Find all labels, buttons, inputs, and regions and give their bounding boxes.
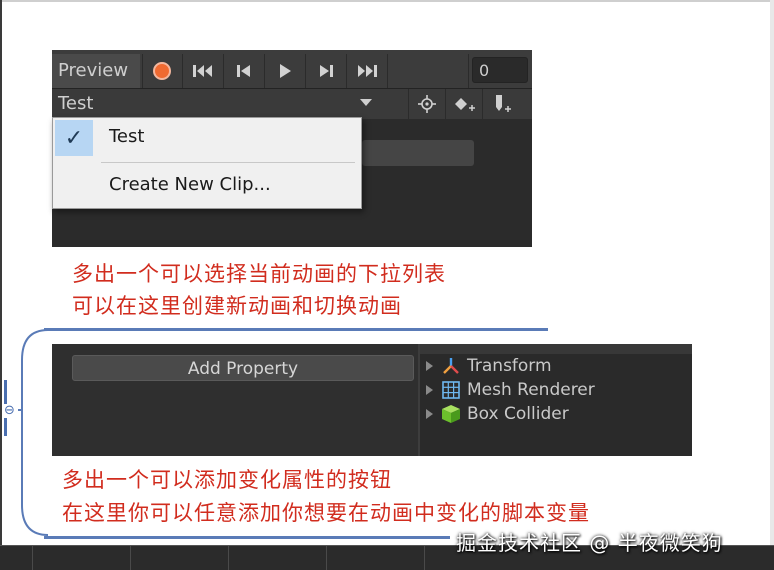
dropdown-separator xyxy=(101,162,355,163)
clip-selector-label: Test xyxy=(58,93,94,114)
component-list-header xyxy=(420,344,692,354)
first-keyframe-button[interactable] xyxy=(182,54,223,88)
play-button[interactable] xyxy=(264,54,305,88)
component-item-mesh-renderer[interactable]: Mesh Renderer xyxy=(426,378,595,402)
add-property-button[interactable]: Add Property xyxy=(72,355,414,381)
preview-button[interactable]: Preview xyxy=(52,54,140,88)
mesh-renderer-icon xyxy=(441,380,461,400)
previous-keyframe-button[interactable] xyxy=(223,54,264,88)
add-event-icon xyxy=(496,95,511,112)
mindmap-top-line xyxy=(44,328,548,331)
watermark-text: 掘金技术社区 @ 半夜微笑狗 xyxy=(456,531,723,555)
property-panel-screenshot: Add Property Transform Mesh Renderer Box… xyxy=(52,344,692,456)
add-keyframe-icon xyxy=(455,98,475,111)
record-icon xyxy=(153,62,171,80)
record-button[interactable] xyxy=(142,54,181,88)
component-label: Transform xyxy=(467,356,552,376)
play-icon xyxy=(280,64,291,78)
dropdown-item-create-new-clip[interactable]: Create New Clip... xyxy=(53,166,359,206)
add-event-button[interactable] xyxy=(482,89,519,119)
filter-by-selection-button[interactable] xyxy=(408,89,445,119)
clip-selector[interactable]: Test xyxy=(52,89,382,119)
collapse-icon[interactable]: ⊖ xyxy=(4,404,18,418)
hidden-add-property-button xyxy=(362,140,474,166)
frame-number-field[interactable]: 0 xyxy=(472,57,528,83)
expand-arrow-icon[interactable] xyxy=(426,409,433,419)
checkmark-icon: ✓ xyxy=(55,120,93,156)
canvas-right-border xyxy=(770,0,774,545)
toolbar-spacer xyxy=(387,54,469,88)
box-collider-icon xyxy=(441,404,461,424)
dropdown-item-label: Create New Clip... xyxy=(109,174,271,195)
crosshair-icon xyxy=(418,95,436,113)
first-keyframe-icon xyxy=(193,65,212,77)
component-item-transform[interactable]: Transform xyxy=(426,354,552,378)
dropdown-item-label: Test xyxy=(109,126,145,147)
next-keyframe-icon xyxy=(320,65,333,77)
previous-keyframe-icon xyxy=(237,65,250,77)
dropdown-item-test[interactable]: ✓ Test xyxy=(53,118,359,158)
canvas-top-border xyxy=(0,0,774,2)
next-keyframe-button[interactable] xyxy=(305,54,346,88)
timeline-tick xyxy=(130,546,131,570)
clip-dropdown-menu: ✓ Test Create New Clip... xyxy=(52,117,362,209)
mindmap-bottom-line xyxy=(44,536,450,539)
component-label: Mesh Renderer xyxy=(467,380,595,400)
last-keyframe-button[interactable] xyxy=(346,54,387,88)
timeline-tick xyxy=(326,546,327,570)
caption-line: 在这里你可以任意添加你想要在动画中变化的脚本变量 xyxy=(62,501,590,525)
expand-arrow-icon[interactable] xyxy=(426,361,433,371)
dropdown-arrow-icon[interactable] xyxy=(360,99,372,106)
caption-line: 可以在这里创建新动画和切换动画 xyxy=(72,294,402,318)
timeline-tick xyxy=(228,546,229,570)
timeline-tick xyxy=(32,546,33,570)
caption-line: 多出一个可以添加变化属性的按钮 xyxy=(62,468,392,492)
animation-toolbar: Preview 0 xyxy=(52,50,532,89)
caption-line: 多出一个可以选择当前动画的下拉列表 xyxy=(72,262,446,286)
last-keyframe-icon xyxy=(358,65,377,77)
expand-arrow-icon[interactable] xyxy=(426,385,433,395)
component-label: Box Collider xyxy=(467,404,569,424)
component-item-box-collider[interactable]: Box Collider xyxy=(426,402,569,426)
component-list: Transform Mesh Renderer Box Collider xyxy=(420,344,692,456)
add-keyframe-button[interactable] xyxy=(445,89,482,119)
transform-icon xyxy=(441,356,461,376)
timeline-tick xyxy=(424,546,425,570)
clip-row: Test xyxy=(52,89,532,119)
